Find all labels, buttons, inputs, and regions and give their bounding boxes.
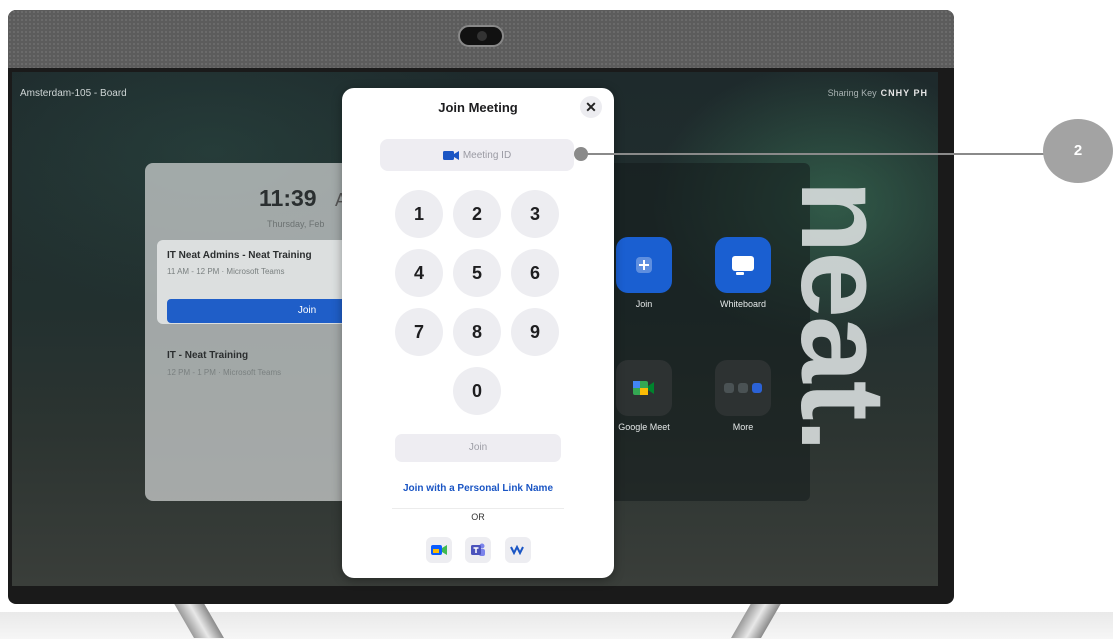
camera-icon [458, 25, 504, 47]
zoom-icon[interactable] [426, 537, 452, 563]
meeting-subtitle: 11 AM - 12 PM · Microsoft Teams [167, 267, 285, 276]
sharing-key-value: CNHY PH [880, 88, 928, 98]
sharing-key: Sharing Key CNHY PH [828, 88, 928, 98]
app-more[interactable]: More [713, 360, 773, 432]
meeting-id-placeholder: Meeting ID [462, 149, 512, 161]
or-divider: OR [392, 508, 564, 525]
close-icon[interactable]: ✕ [580, 96, 602, 118]
keypad-0[interactable]: 0 [453, 367, 501, 415]
clock-date: Thursday, Feb [267, 219, 325, 229]
meeting-title: IT Neat Admins - Neat Training [167, 250, 312, 261]
keypad-2[interactable]: 2 [453, 190, 501, 238]
plus-icon [616, 237, 672, 293]
app-join[interactable]: Join [614, 237, 674, 309]
keypad-9[interactable]: 9 [511, 308, 559, 356]
teams-icon[interactable] [465, 537, 491, 563]
meeting-join-button[interactable]: Join [167, 299, 367, 323]
room-name: Amsterdam-105 - Board [20, 88, 127, 99]
clock-time: 11:39 [259, 185, 317, 211]
meeting-subtitle-2: 12 PM - 1 PM · Microsoft Teams [167, 368, 282, 377]
join-button[interactable]: Join [395, 434, 561, 462]
video-camera-icon [442, 150, 459, 160]
meeting-title-2[interactable]: IT - Neat Training [167, 350, 248, 361]
app-more-label: More [732, 422, 754, 432]
app-whiteboard-label: Whiteboard [719, 299, 767, 309]
keypad-5[interactable]: 5 [453, 249, 501, 297]
personal-link-button[interactable]: Join with a Personal Link Name [342, 483, 614, 494]
meeting-id-input[interactable]: Meeting ID [380, 139, 574, 171]
floor [0, 612, 1113, 639]
keypad-1[interactable]: 1 [395, 190, 443, 238]
callout-dot [574, 147, 588, 161]
sharing-key-label: Sharing Key [827, 88, 877, 98]
whiteboard-icon [715, 237, 771, 293]
keypad-8[interactable]: 8 [453, 308, 501, 356]
app-join-label: Join [635, 299, 653, 309]
agenda-panel: 11:39 A Thursday, Feb IT Neat Admins - N… [145, 163, 387, 501]
callout-badge: 2 [1043, 119, 1113, 183]
app-whiteboard[interactable]: Whiteboard [713, 237, 773, 309]
dialog-title: Join Meeting [438, 100, 518, 115]
app-google-meet-label: Google Meet [618, 422, 670, 432]
join-meeting-dialog: Join Meeting ✕ Meeting ID 1 2 3 4 5 6 7 … [342, 88, 614, 578]
keypad-7[interactable]: 7 [395, 308, 443, 356]
google-meet-icon [616, 360, 672, 416]
webex-icon[interactable] [505, 537, 531, 563]
keypad-4[interactable]: 4 [395, 249, 443, 297]
keypad-3[interactable]: 3 [511, 190, 559, 238]
more-apps-icon [715, 360, 771, 416]
neat-logo: neat. [776, 180, 910, 451]
app-google-meet[interactable]: Google Meet [614, 360, 674, 432]
callout-line [580, 153, 1065, 155]
keypad-6[interactable]: 6 [511, 249, 559, 297]
